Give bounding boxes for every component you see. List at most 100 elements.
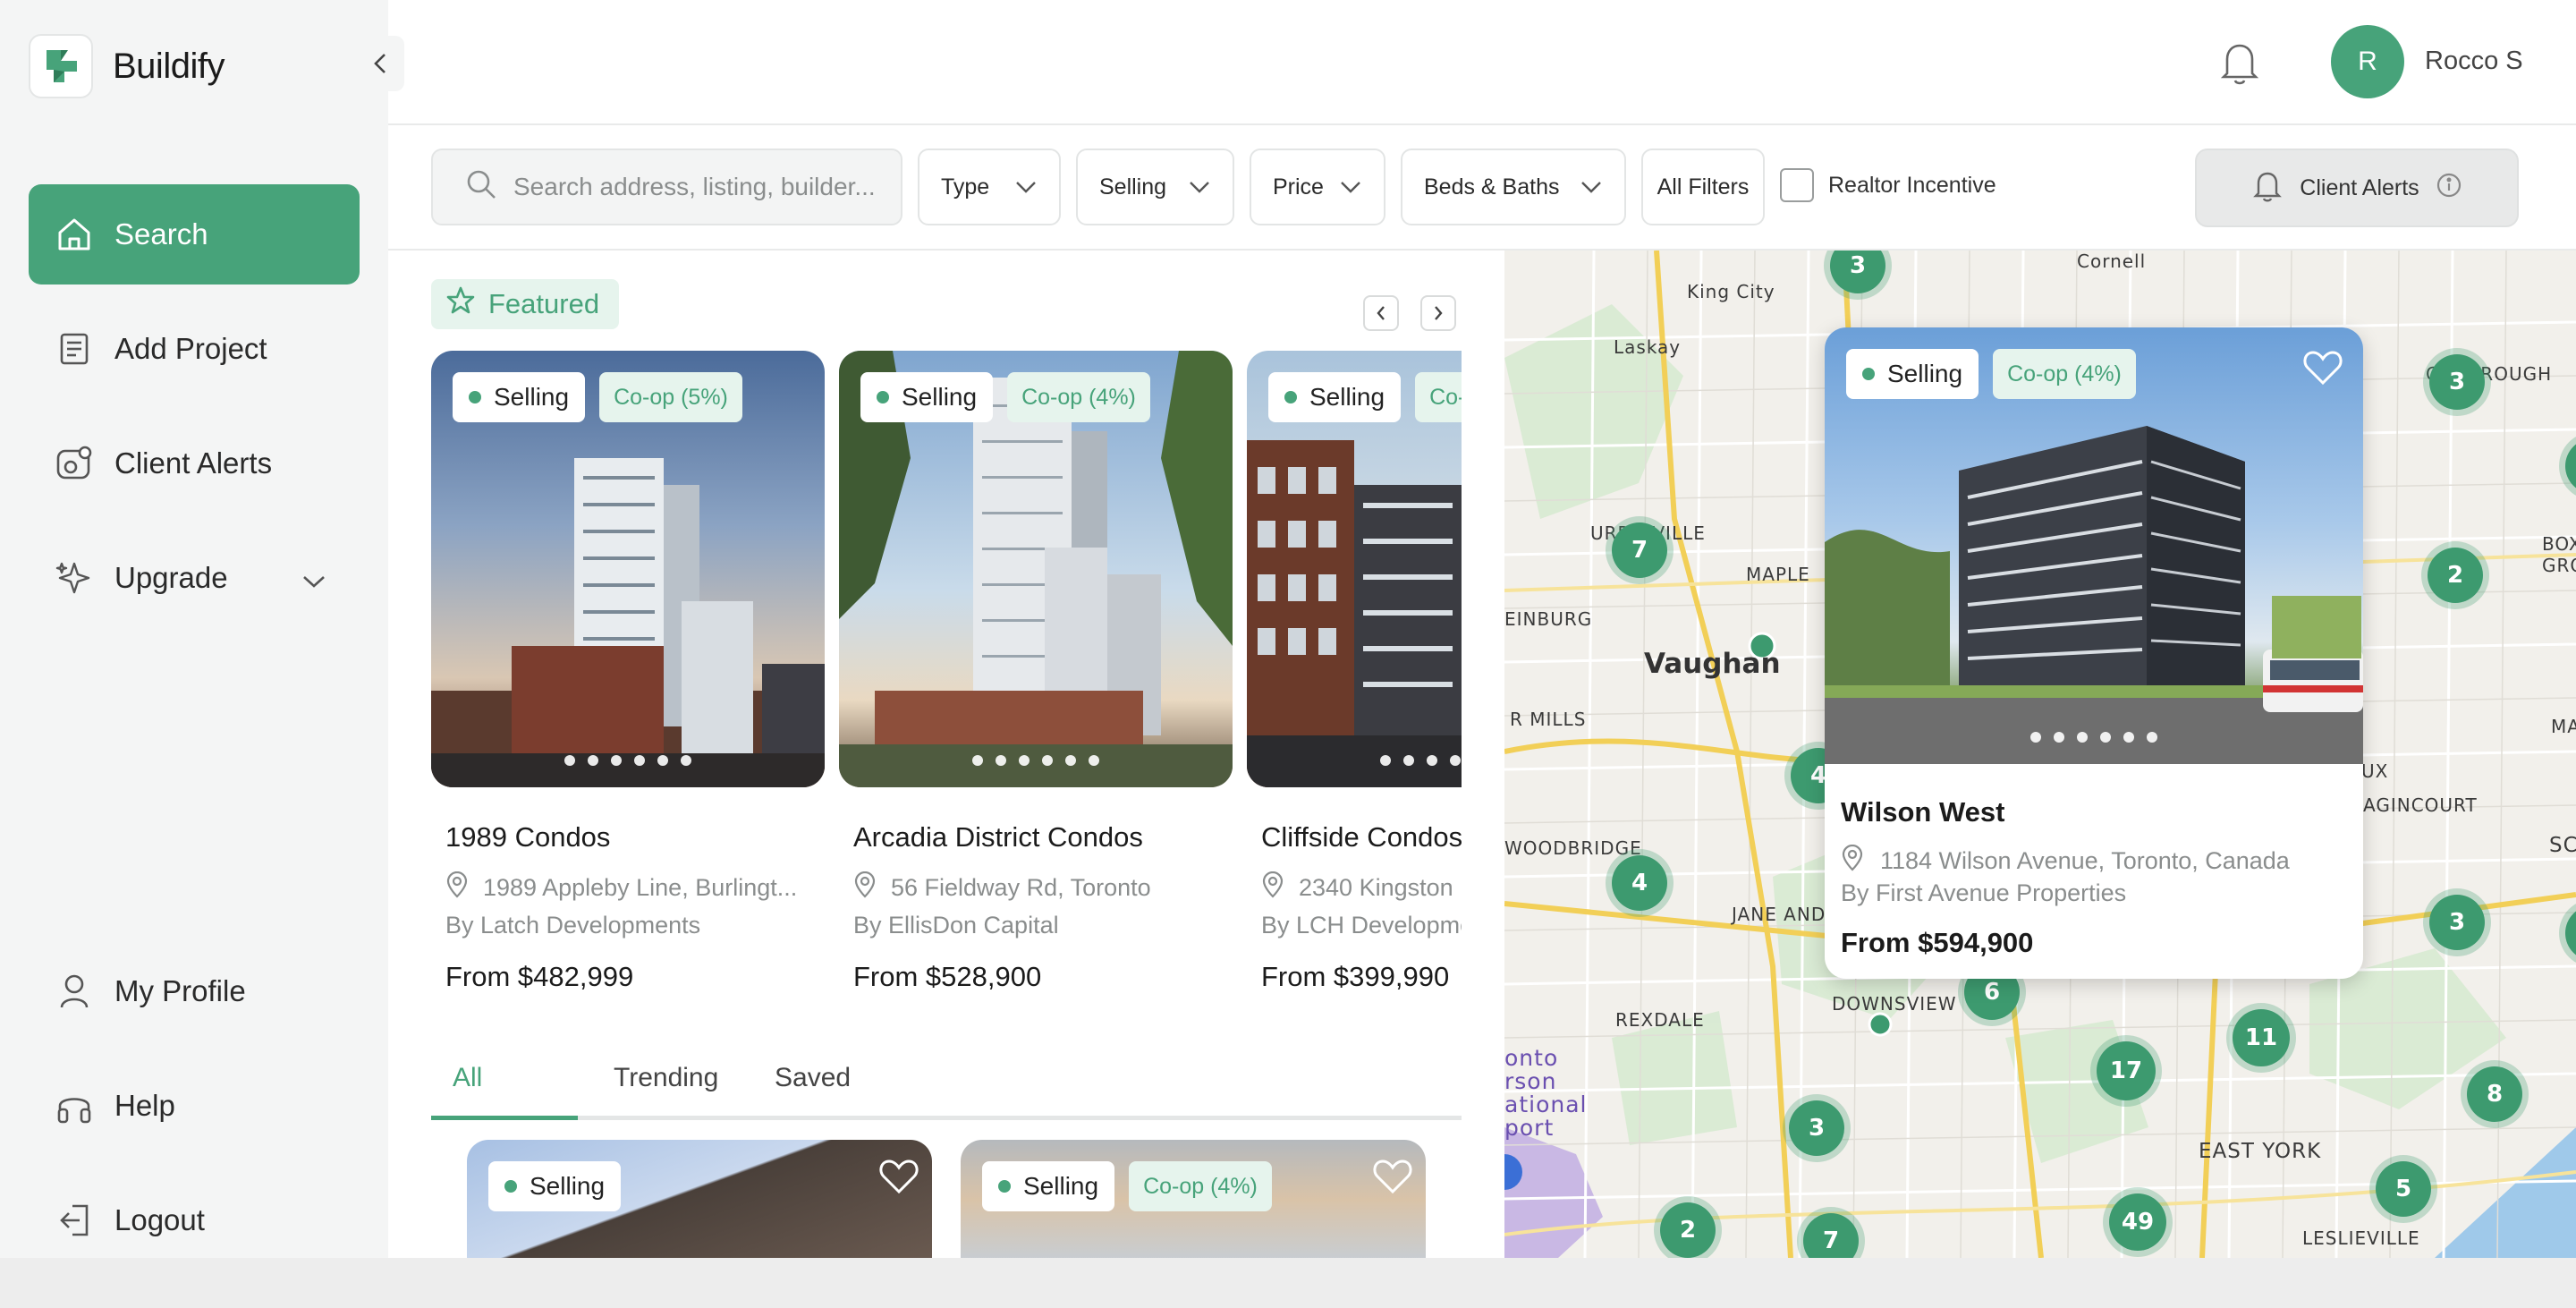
favorite-heart-icon[interactable] [2302,349,2343,391]
all-filters-button[interactable]: All Filters [1641,149,1765,225]
status-dot [1862,368,1875,380]
map-cluster-marker[interactable]: 11 [2233,1009,2290,1066]
listing-photo[interactable]: Selling Co-op (4%) [1247,351,1462,787]
popup-builder: By First Avenue Properties [1841,879,2127,906]
selling-filter-label: Selling [1099,174,1167,200]
username[interactable]: Rocco S [2425,47,2523,76]
featured-card[interactable]: Selling Co-op (5%) 1989 Condos 1989 Appl… [431,351,825,993]
map-label: JANE AND [1732,904,1826,925]
tab-trending[interactable]: Trending [614,1063,718,1093]
map-cluster-marker[interactable]: 3 [2429,354,2485,410]
status-badge: Selling [1846,349,1979,399]
realtor-incentive-checkbox[interactable] [1780,168,1814,202]
featured-card[interactable]: Selling Co-op (4%) Arcadia District Cond… [839,351,1233,993]
listing-card[interactable]: Selling Co-op (4%) [961,1140,1426,1260]
sidebar-item-my-profile[interactable]: My Profile [29,941,360,1041]
brand[interactable]: Buildify [29,34,225,98]
carousel-dots[interactable] [1825,732,2363,743]
price-filter-dropdown[interactable]: Price [1250,149,1385,225]
coop-badge: Co-op (4%) [1007,372,1150,422]
map-label: EINBURG [1504,608,1593,630]
listing-photo[interactable]: Selling Co-op (4%) [1825,327,2363,764]
sidebar-item-label: Upgrade [114,561,228,594]
map-cluster-marker[interactable]: 3 [2429,895,2485,950]
featured-text: Featured [488,288,600,319]
map-cluster-marker[interactable]: 8 [2467,1066,2522,1122]
featured-prev-button[interactable] [1363,295,1399,331]
sidebar-item-upgrade[interactable]: Upgrade [29,528,360,628]
featured-carousel: Selling Co-op (5%) 1989 Condos 1989 Appl… [431,351,1462,1022]
status-badge: Selling [982,1161,1115,1211]
map-label: LESLIEVILLE [2302,1227,2420,1249]
collapse-sidebar-button[interactable] [356,36,404,91]
selling-filter-dropdown[interactable]: Selling [1076,149,1234,225]
status-badge-label: Selling [1309,383,1385,411]
status-badge-label: Selling [530,1172,606,1200]
listing-card[interactable]: Selling [467,1140,932,1260]
map-label: R MILLS [1510,709,1587,730]
coop-badge: Co-op (4%) [1993,349,2136,399]
map-cluster-marker[interactable]: 17 [2097,1041,2156,1100]
beds-baths-filter-label: Beds & Baths [1424,174,1560,200]
type-filter-dropdown[interactable]: Type [918,149,1061,225]
listing-title[interactable]: Arcadia District Condos [853,821,1233,854]
client-alerts-button[interactable]: Client Alerts [2195,149,2519,227]
sidebar-item-label: Client Alerts [114,446,273,480]
map-cluster-marker[interactable]: 3 [1789,1100,1844,1156]
sidebar-item-client-alerts[interactable]: Client Alerts [29,413,360,514]
map-cluster-marker[interactable]: 49 [2109,1193,2166,1251]
favorite-heart-icon[interactable] [1372,1158,1413,1200]
map-cluster-marker[interactable]: 2 [1660,1202,1716,1258]
type-filter-label: Type [941,174,990,200]
listing-photo[interactable]: Selling Co-op (4%) [839,351,1233,787]
clipboard-icon [54,328,95,369]
search-input[interactable]: Search address, listing, builder... [431,149,902,225]
listing-title[interactable]: Cliffside Condos [1261,821,1462,854]
beds-baths-filter-dropdown[interactable]: Beds & Baths [1401,149,1626,225]
status-dot [504,1180,517,1193]
listing-badges: Selling Co-op (4%) [860,372,1150,422]
location-pin-icon [1841,844,1864,878]
sidebar-item-add-project[interactable]: Add Project [29,299,360,399]
listing-photo[interactable]: Selling Co-op (5%) [431,351,825,787]
buildify-logo-icon [29,34,93,98]
listing-price: From $482,999 [445,961,634,992]
client-alerts-label: Client Alerts [2300,174,2419,200]
carousel-dots[interactable] [839,755,1233,766]
realtor-incentive-label: Realtor Incentive [1828,173,1996,198]
notification-bell-icon[interactable] [2218,39,2261,90]
popup-price: From $594,900 [1841,927,2034,958]
sidebar-item-help[interactable]: Help [29,1056,360,1156]
status-dot [1284,391,1297,403]
map-cluster-marker[interactable]: 4 [1612,855,1667,911]
carousel-dots[interactable] [431,755,825,766]
map-label: SCARBORO [2549,834,2576,857]
location-pin-icon [1261,871,1284,905]
listing-title[interactable]: 1989 Condos [445,821,825,854]
chevron-down-icon [1014,174,1038,200]
tab-all[interactable]: All [453,1063,482,1093]
avatar[interactable]: R [2331,25,2404,98]
featured-card[interactable]: Selling Co-op (4%) Cliffside Condos 2340… [1247,351,1462,993]
map-cluster-marker[interactable]: 2 [2428,548,2483,603]
popup-title[interactable]: Wilson West [1841,796,2363,828]
map-label-airport: onto rson ational port [1504,1045,1588,1141]
favorite-heart-icon[interactable] [878,1158,919,1200]
status-dot [877,391,889,403]
sidebar-item-logout[interactable]: Logout [29,1170,360,1270]
map-cluster-marker[interactable]: 7 [1612,522,1667,578]
featured-next-button[interactable] [1420,295,1456,331]
bell-icon [2251,168,2284,208]
sidebar-item-label: My Profile [114,974,246,1007]
map-cluster-marker[interactable]: 5 [2376,1161,2431,1217]
status-dot [469,391,481,403]
info-icon[interactable] [2436,172,2462,205]
home-icon [54,214,95,255]
sidebar-item-search[interactable]: Search [29,184,360,285]
map-label: Vaughan [1644,648,1781,680]
location-pin-icon [445,871,469,905]
status-badge-label: Selling [1887,360,1963,387]
tab-saved[interactable]: Saved [775,1063,851,1093]
map-listing-popup[interactable]: Selling Co-op (4%) Wilson West 1184 Wils… [1825,327,2363,979]
carousel-dots[interactable] [1247,755,1462,766]
